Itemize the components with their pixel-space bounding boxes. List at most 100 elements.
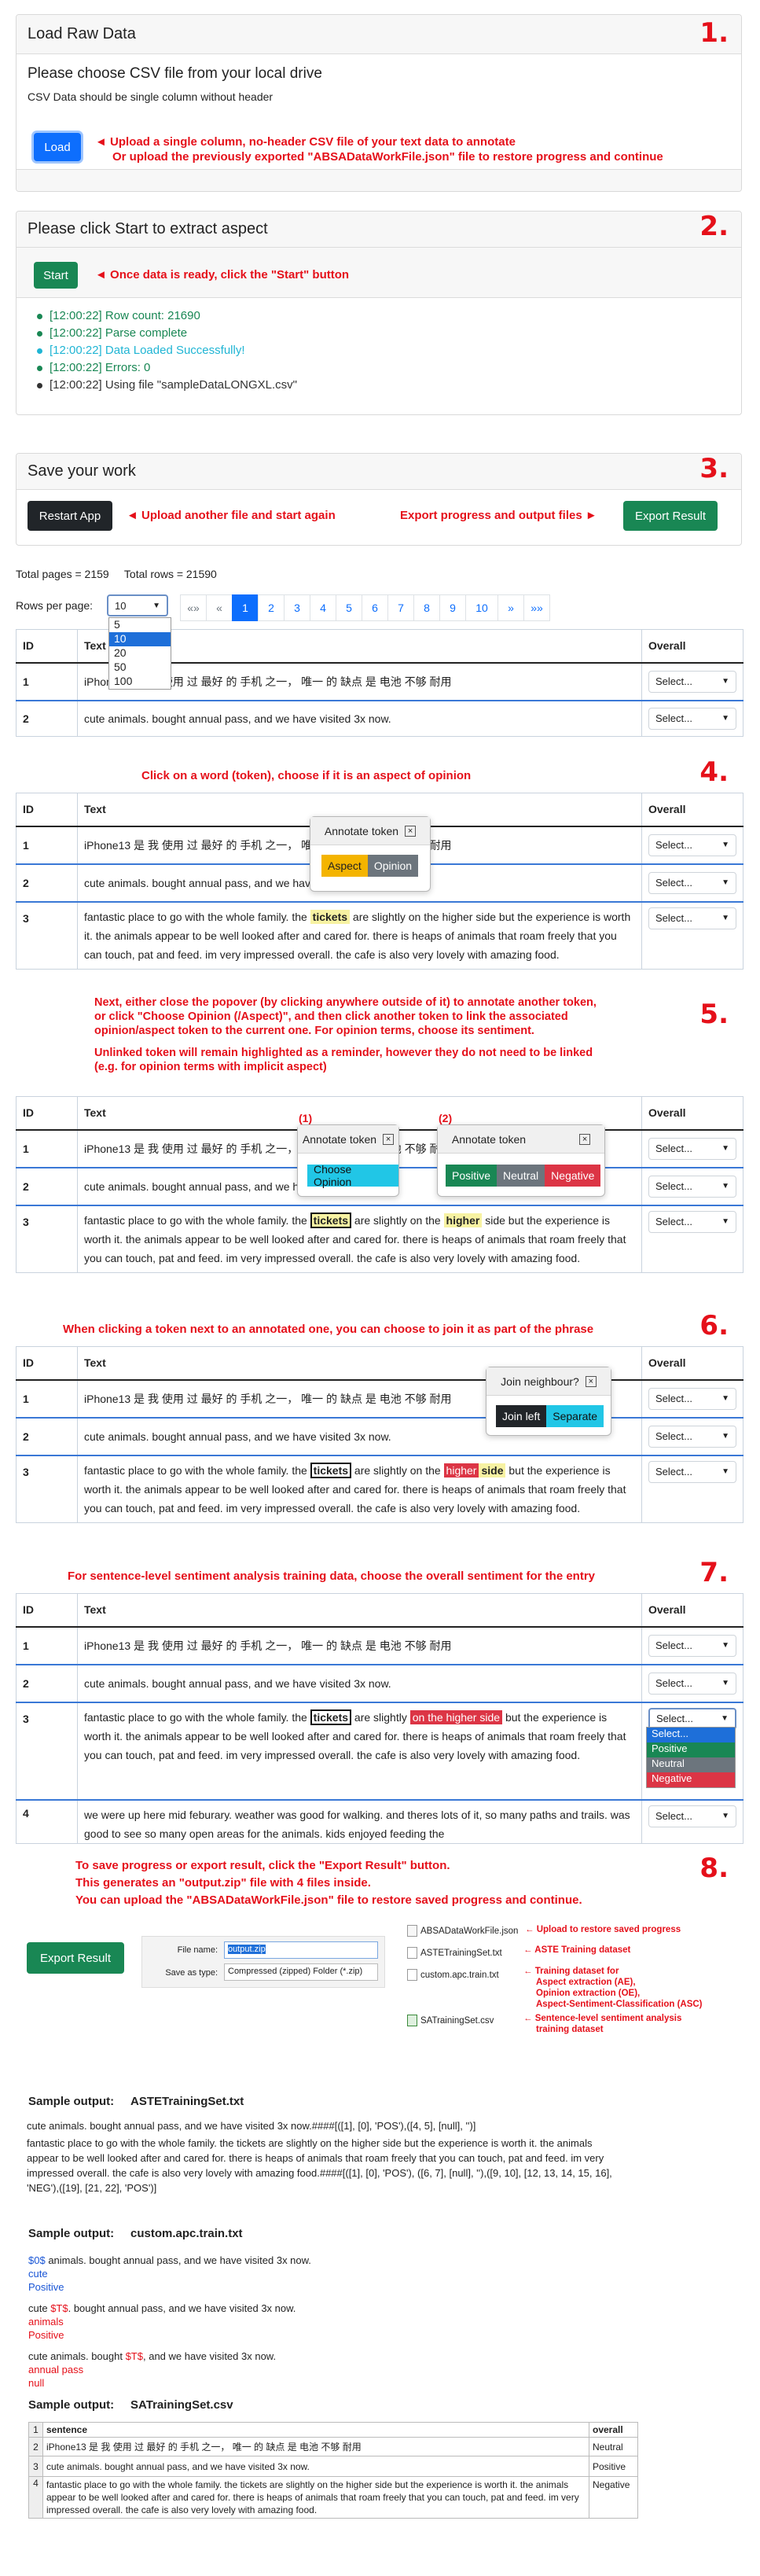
positive-button[interactable]: Positive xyxy=(446,1165,497,1187)
close-icon[interactable]: × xyxy=(405,825,417,837)
overall-select[interactable]: Select... ▼ xyxy=(648,1634,736,1657)
row-text[interactable]: fantastic place to go with the whole fam… xyxy=(77,1204,642,1273)
negative-button[interactable]: Negative xyxy=(545,1165,601,1187)
token-tickets[interactable]: tickets xyxy=(310,1462,352,1478)
neutral-button[interactable]: Neutral xyxy=(497,1165,545,1187)
page-link[interactable]: 5 xyxy=(336,594,362,621)
sample-aste-heading: Sample output: ASTETrainingSet.txt xyxy=(28,2095,244,2108)
table-row: 4 we were up here mid feburary. weather … xyxy=(16,1798,743,1844)
sample-aste-content: cute animals. bought annual pass, and we… xyxy=(27,2120,612,2194)
overall-option-negative[interactable]: Negative xyxy=(647,1772,735,1787)
aspect-button[interactable]: Aspect xyxy=(321,855,368,877)
rows-option[interactable]: 5 xyxy=(109,618,171,632)
start-button[interactable]: Start xyxy=(34,262,78,289)
page-next[interactable]: » xyxy=(497,594,524,621)
page-link[interactable]: 2 xyxy=(258,594,285,621)
chevron-down-icon: ▼ xyxy=(721,1679,729,1687)
overall-select[interactable]: Select... ▼ xyxy=(648,907,736,929)
join-left-button[interactable]: Join left xyxy=(496,1405,547,1427)
token-higher[interactable]: higher xyxy=(443,1463,479,1478)
token-tickets[interactable]: tickets xyxy=(310,1709,352,1725)
overall-select[interactable]: Select... ▼ xyxy=(648,707,736,730)
opinion-button[interactable]: Opinion xyxy=(367,855,419,877)
row-text[interactable]: cute animals. bought annual pass, and we… xyxy=(77,1663,642,1702)
overall-select[interactable]: Select... ▼ xyxy=(648,1425,736,1448)
overall-select[interactable]: Select... ▼ xyxy=(648,1387,736,1410)
total-pages: Total pages = 2159 xyxy=(16,568,109,580)
overall-option-select[interactable]: Select... xyxy=(647,1728,735,1742)
choose-opinion-button[interactable]: Choose Opinion xyxy=(307,1163,398,1188)
file-item: ASTETrainingSet.txt xyxy=(407,1947,502,1959)
overall-select[interactable]: Select... ▼ xyxy=(648,834,736,856)
save-card-header: Save your work xyxy=(17,454,741,490)
table-row: 1 iPhone13 是 我 使用 过 最好 的 手机 之一， 唯一 的 缺点 … xyxy=(16,1379,743,1418)
annotate-token-popover-aspect: Annotate token × Choose Opinion xyxy=(297,1124,399,1197)
overall-select[interactable]: Select... ▼ xyxy=(648,1210,736,1233)
overall-select[interactable]: Select... ▼ xyxy=(648,871,736,894)
chevron-down-icon: ▼ xyxy=(721,1182,729,1190)
page-link[interactable]: 4 xyxy=(310,594,336,621)
restart-button[interactable]: Restart App xyxy=(28,501,112,531)
rows-per-page-select[interactable]: 10 ▼ xyxy=(107,594,168,616)
rows-option[interactable]: 50 xyxy=(109,661,171,675)
close-icon[interactable]: × xyxy=(585,1375,597,1387)
page-link[interactable]: 7 xyxy=(387,594,414,621)
row-text[interactable]: iPhone13 是 我 使用 过 最好 的 手机 之一， 唯一 的 缺点 是 … xyxy=(77,1626,642,1665)
page-link[interactable]: 8 xyxy=(413,594,440,621)
page-link[interactable]: 9 xyxy=(439,594,466,621)
export-button-step8[interactable]: Export Result xyxy=(27,1942,124,1974)
rows-option[interactable]: 100 xyxy=(109,675,171,689)
step-number-3: 3. xyxy=(699,453,729,484)
rows-option[interactable]: 20 xyxy=(109,646,171,661)
load-button[interactable]: Load xyxy=(34,133,81,161)
step-number-6: 6. xyxy=(699,1310,729,1341)
log-line: [12:00:22] Errors: 0 xyxy=(35,361,297,378)
overall-select[interactable]: Select... ▼ xyxy=(648,1672,736,1695)
token-tickets[interactable]: tickets xyxy=(310,1212,352,1228)
token-tickets[interactable]: tickets xyxy=(310,909,351,924)
rows-option[interactable]: 10 xyxy=(109,632,171,646)
log-line: [12:00:22] Row count: 21690 xyxy=(35,309,297,326)
page-link[interactable]: 10 xyxy=(465,594,498,621)
export-note: Export progress and output files ► xyxy=(400,509,597,522)
row-text[interactable]: fantastic place to go with the whole fam… xyxy=(77,900,642,970)
export-button[interactable]: Export Result xyxy=(623,501,718,531)
row-text[interactable]: fantastic place to go with the whole fam… xyxy=(77,1454,642,1523)
token-higher[interactable]: higher xyxy=(443,1213,483,1227)
page-prev[interactable]: « xyxy=(206,594,233,621)
row-text[interactable]: fantastic place to go with the whole fam… xyxy=(77,1701,642,1800)
token-phrase[interactable]: on the higher side xyxy=(409,1709,503,1724)
log-line: [12:00:22] Parse complete xyxy=(35,326,297,344)
overall-select[interactable]: Select... ▼ xyxy=(648,1137,736,1160)
separate-button[interactable]: Separate xyxy=(546,1405,604,1427)
row-text[interactable]: cute animals. bought annual pass, and we… xyxy=(77,699,642,737)
token-side[interactable]: side xyxy=(479,1463,506,1478)
chevron-down-icon: ▼ xyxy=(721,1432,729,1441)
table-row: 3 fantastic place to go with the whole f… xyxy=(16,1204,743,1273)
table-row: 1 iPhone13 是 我 使用 过 最好 的 手机 之一， 唯一 的 缺点 … xyxy=(16,1626,743,1665)
page-last[interactable]: »» xyxy=(523,594,550,621)
load-card-footer xyxy=(17,169,741,191)
overall-select[interactable]: Select... ▼ xyxy=(648,1175,736,1198)
close-icon[interactable]: × xyxy=(579,1133,591,1145)
overall-select[interactable]: Select... ▼ xyxy=(648,670,736,693)
page-first[interactable]: «» xyxy=(180,594,207,621)
page-link[interactable]: 3 xyxy=(284,594,310,621)
sa-col-sentence: sentence xyxy=(42,2422,589,2438)
overall-select[interactable]: Select... ▼ xyxy=(648,1805,736,1827)
step-number-5: 5. xyxy=(699,999,729,1030)
close-icon[interactable]: × xyxy=(383,1133,395,1145)
overall-option-positive[interactable]: Positive xyxy=(647,1742,735,1757)
chevron-down-icon: ▼ xyxy=(721,878,729,887)
savetype-select[interactable]: Compressed (zipped) Folder (*.zip) xyxy=(224,1963,378,1981)
page-link[interactable]: 6 xyxy=(362,594,388,621)
overall-select[interactable]: Select... ▼ xyxy=(648,1460,736,1483)
row-text[interactable]: we were up here mid feburary. weather wa… xyxy=(77,1798,642,1844)
arrow-icon: ◄ xyxy=(95,268,107,282)
filename-input[interactable]: output.zip xyxy=(224,1941,378,1959)
overall-option-neutral[interactable]: Neutral xyxy=(647,1757,735,1772)
sample-sa-table: 1 sentence overall 2 iPhone13 是 我 使用 过 最… xyxy=(28,2422,638,2519)
page-link[interactable]: 1 xyxy=(232,594,259,621)
status-log: [12:00:22] Row count: 21690 [12:00:22] P… xyxy=(35,309,297,396)
table-row: 1 sentence overall xyxy=(28,2422,638,2438)
